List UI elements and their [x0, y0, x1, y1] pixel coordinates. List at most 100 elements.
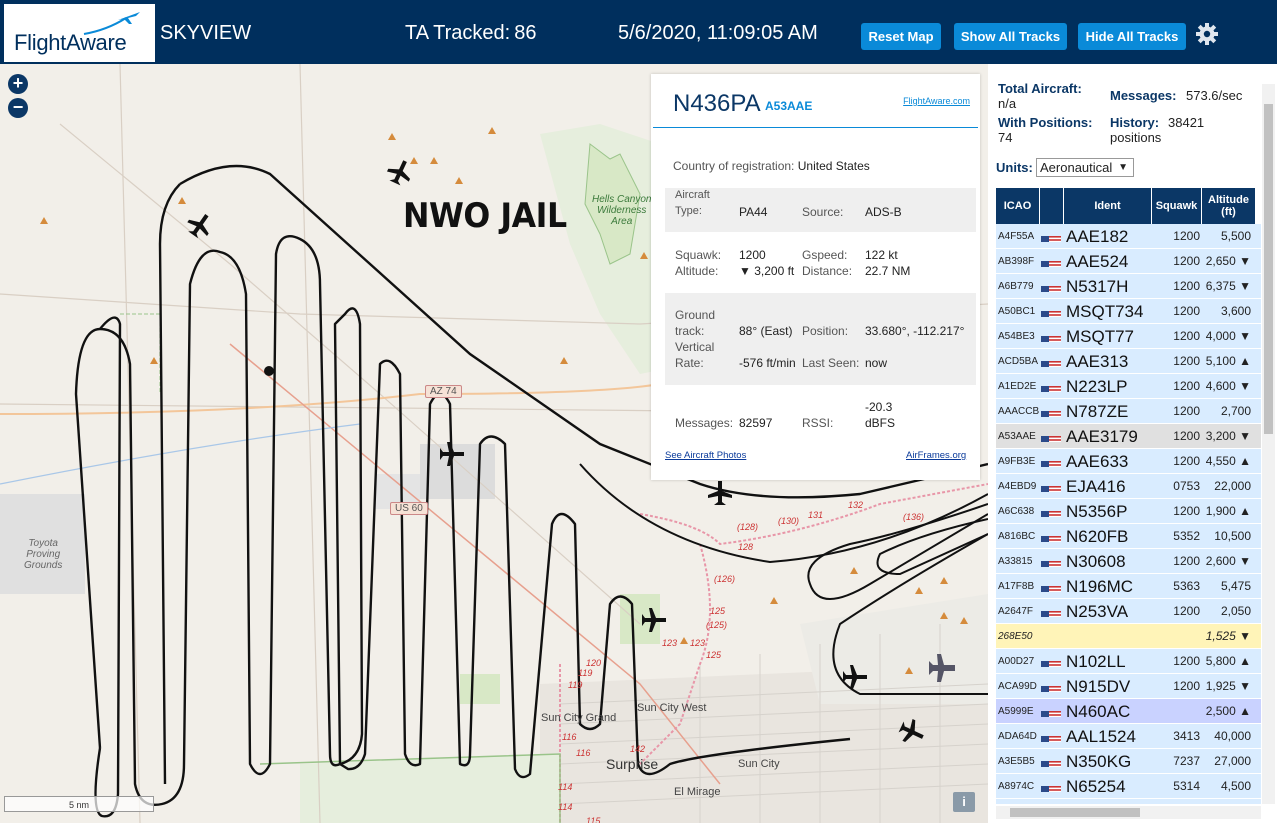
cell-icao: A6B779	[998, 281, 1034, 292]
table-row[interactable]: A00D27 N102LL 1200 5,800 ▲	[996, 649, 1261, 674]
label-sun-city: Sun City	[738, 758, 780, 770]
table-row[interactable]: A9FB3E AAE633 1200 4,550 ▲	[996, 449, 1261, 474]
horizontal-scrollbar[interactable]	[996, 806, 1261, 819]
show-all-tracks-button[interactable]: Show All Tracks	[954, 23, 1067, 50]
table-row[interactable]: A50BC1 MSQT734 1200 3,600	[996, 299, 1261, 324]
units-select[interactable]: Aeronautical ▼	[1036, 158, 1134, 177]
position-value: 33.680°, -112.217°	[865, 324, 965, 338]
table-row[interactable]: A1ED2E N223LP 1200 4,600 ▼	[996, 374, 1261, 399]
table-row[interactable]: A2647F N253VA 1200 2,050	[996, 599, 1261, 624]
cell-altitude: 1,925 ▼	[1205, 679, 1251, 693]
cell-altitude: 4,550 ▲	[1205, 454, 1251, 468]
aircraft-list-panel: Total Aircraft: n/a Messages: 573.6/sec …	[988, 64, 1277, 823]
popup-track-section	[665, 293, 976, 385]
flag-us-icon	[1041, 781, 1061, 792]
track-label-2: track:	[675, 324, 705, 338]
squawk-value: 1200	[739, 248, 766, 262]
flag-us-icon	[1041, 231, 1061, 242]
flag-us-icon	[1041, 481, 1061, 492]
vertical-scrollbar[interactable]	[1262, 84, 1275, 804]
cell-squawk: 1200	[1173, 304, 1200, 318]
country-value: United States	[797, 159, 870, 173]
table-row[interactable]: ACD5BA AAE313 1200 5,100 ▲	[996, 349, 1261, 374]
table-row[interactable]: A17F8B N196MC 5363 5,475	[996, 574, 1261, 599]
flag-us-icon	[1041, 331, 1061, 342]
cell-ident: N196MC	[1066, 577, 1134, 596]
zoom-out-button[interactable]: −	[8, 98, 28, 118]
flag-us-icon	[1041, 681, 1061, 692]
vrate-label-1: Vertical	[675, 340, 715, 354]
table-row[interactable]: A8974C N65254 5314 4,500	[996, 774, 1261, 799]
table-row[interactable]: A5999E N460AC 2,500 ▲	[996, 699, 1261, 724]
cell-ident: MSQT734	[1066, 302, 1144, 321]
table-row[interactable]: 268E50 1,525 ▼	[996, 624, 1261, 649]
type-label-2: Type:	[675, 205, 702, 217]
info-button[interactable]: i	[953, 792, 975, 812]
popup-divider	[653, 127, 978, 128]
scrollbar-thumb[interactable]	[1264, 104, 1273, 434]
column-icao[interactable]: ICAO	[996, 188, 1040, 224]
track-value: 88° (East)	[739, 324, 793, 338]
altitude-value: ▼ 3,200 ft	[739, 264, 795, 278]
cell-ident: N253VA	[1066, 602, 1129, 621]
table-row[interactable]: A4EBD9 EJA416 0753 22,000	[996, 474, 1261, 499]
table-row[interactable]: A53AAE AAE3179 1200 3,200 ▼	[996, 424, 1261, 449]
zoom-in-button[interactable]: +	[8, 74, 28, 94]
cell-altitude: 4,600 ▼	[1205, 379, 1251, 393]
gear-icon[interactable]	[1195, 22, 1219, 46]
messages-rate-value: 573.6/sec	[1186, 88, 1243, 103]
cell-squawk: 5363	[1173, 579, 1200, 593]
road-number: 120	[586, 658, 602, 668]
table-row[interactable]: A3E5B5 N350KG 7237 27,000	[996, 749, 1261, 774]
cell-altitude: 2,700	[1220, 404, 1251, 418]
scrollbar-thumb[interactable]	[1010, 808, 1140, 817]
column-squawk[interactable]: Squawk	[1152, 188, 1202, 224]
messages-rate-label: Messages:	[1110, 88, 1177, 103]
hide-all-tracks-button[interactable]: Hide All Tracks	[1078, 23, 1186, 50]
table-row[interactable]: AB398F AAE524 1200 2,650 ▼	[996, 249, 1261, 274]
top-bar: FlightAware SKYVIEW TA Tracked: 86 5/6/20…	[0, 0, 1277, 64]
table-row[interactable]: AAACCB N787ZE 1200 2,700	[996, 399, 1261, 424]
cell-icao: A2647F	[998, 606, 1034, 617]
cell-icao: A00D27	[998, 656, 1035, 667]
cell-squawk: 1200	[1173, 679, 1200, 693]
cell-altitude: 2,050	[1220, 604, 1251, 618]
flag-us-icon	[1041, 556, 1061, 567]
cell-ident: N460AC	[1066, 702, 1131, 721]
flightaware-logo[interactable]: FlightAware	[4, 4, 155, 62]
table-row[interactable]: A6C638 N5356P 1200 1,900 ▲	[996, 499, 1261, 524]
with-positions-label: With Positions:	[998, 115, 1093, 130]
table-row[interactable]: ADA64D AAL1524 3413 40,000	[996, 724, 1261, 749]
table-row[interactable]: A816BC N620FB 5352 10,500	[996, 524, 1261, 549]
cell-altitude: 2,650 ▼	[1205, 254, 1251, 268]
units-select-value: Aeronautical	[1040, 160, 1113, 175]
cell-ident: N52253	[1066, 799, 1152, 804]
road-number: 114	[558, 802, 573, 812]
column-flag[interactable]	[1040, 188, 1064, 224]
flag-us-icon	[1041, 381, 1061, 392]
source-label: Source:	[802, 205, 844, 219]
cell-ident: N5317H	[1066, 277, 1129, 296]
see-aircraft-photos-link[interactable]: See Aircraft Photos	[665, 450, 746, 461]
map-view[interactable]: Hells Canyon Wilderness Area Toyota Prov…	[0, 64, 988, 823]
flag-us-icon	[1041, 281, 1061, 292]
flightaware-link[interactable]: FlightAware.com	[903, 96, 970, 106]
cell-squawk: 0753	[1173, 479, 1200, 493]
table-row[interactable]: ACA99D N915DV 1200 1,925 ▼	[996, 674, 1261, 699]
column-altitude[interactable]: Altitude (ft)	[1202, 188, 1256, 224]
table-row[interactable]: A54BE3 MSQT77 1200 4,000 ▼	[996, 324, 1261, 349]
reset-map-button[interactable]: Reset Map	[861, 23, 941, 50]
cell-altitude: 5,500	[1220, 229, 1251, 243]
cell-squawk: 1200	[1173, 354, 1200, 368]
table-row[interactable]: A4F55A AAE182 1200 5,500	[996, 224, 1261, 249]
column-ident[interactable]: Ident	[1064, 188, 1152, 224]
table-row[interactable]: A6B779 N5317H 1200 6,375 ▼	[996, 274, 1261, 299]
flag-us-icon	[1041, 606, 1061, 617]
table-row[interactable]: A33815 N30608 1200 2,600 ▼	[996, 549, 1261, 574]
cell-ident: N620FB	[1066, 527, 1129, 546]
cell-squawk	[1153, 624, 1200, 649]
table-row[interactable]: A6927F N52253264410,800 ▲	[996, 799, 1261, 804]
aircraft-table: ICAO Ident Squawk Altitude (ft) A4F55A AA…	[996, 188, 1261, 804]
road-number: (136)	[903, 512, 925, 522]
airframes-link[interactable]: AirFrames.org	[906, 450, 966, 461]
